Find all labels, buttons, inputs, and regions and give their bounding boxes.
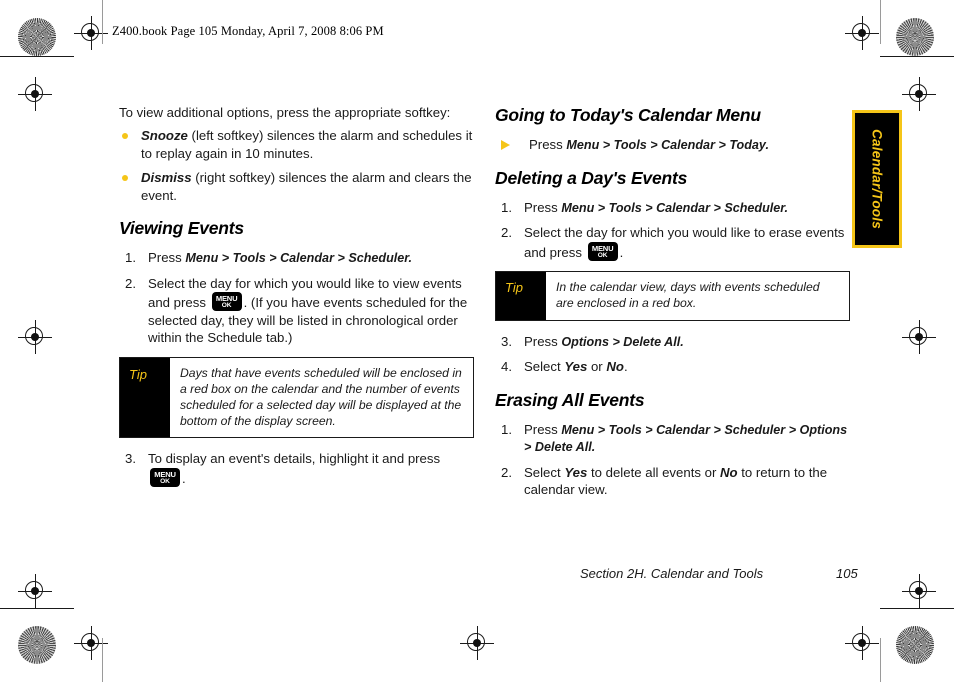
step-lead: To display an event's details, highlight…	[148, 451, 441, 467]
tip-label: Tip	[120, 357, 170, 438]
file-header-stamp: Z400.book Page 105 Monday, April 7, 2008…	[112, 24, 384, 38]
option-no: No	[606, 359, 624, 375]
erasing-events-steps: Press Menu > Tools > Calendar > Schedule…	[495, 421, 850, 499]
deleting-events-steps-continued: Press Options > Delete All. Select Yes o…	[495, 333, 850, 376]
right-column: Going to Today's Calendar Menu Press Men…	[495, 104, 850, 507]
step-tail: .	[619, 244, 624, 260]
step-lead: Press	[524, 333, 562, 349]
step-tail: .	[623, 359, 628, 375]
bullet-dot-icon	[122, 133, 128, 140]
print-rosette-top-left	[18, 18, 56, 56]
heading-erasing-all-events: Erasing All Events	[495, 389, 645, 410]
step-lead: Press	[524, 421, 562, 437]
tip-callout-left: Tip Days that have events scheduled will…	[119, 356, 474, 439]
menu-path: Menu > Tools > Calendar > Today.	[566, 138, 769, 153]
step-lead: Press	[529, 137, 567, 153]
registration-mark-bottom-right	[845, 626, 879, 660]
print-rosette-bottom-right	[896, 626, 934, 664]
trim-line-bottom-right	[880, 608, 954, 609]
viewing-events-steps-continued: To display an event's details, highlight…	[119, 450, 474, 487]
viewing-events-steps: Press Menu > Tools > Calendar > Schedule…	[119, 249, 474, 346]
heading-going-to-todays-calendar-menu: Going to Today's Calendar Menu	[495, 105, 761, 125]
menu-path: Menu > Tools > Calendar > Scheduler > Op…	[524, 422, 848, 455]
softkey-desc-snooze: (left softkey) silences the alarm and sc…	[141, 128, 473, 161]
today-arrow-list: Press Menu > Tools > Calendar > Today.	[495, 136, 850, 154]
trim-line-right-vertical	[880, 0, 881, 44]
list-item: Press Menu > Tools > Calendar > Schedule…	[119, 249, 474, 267]
trim-line-right-vertical-bottom	[880, 638, 881, 682]
trim-line-left-vertical	[102, 0, 103, 44]
trim-line-bottom-left	[0, 608, 74, 609]
tip-body: In the calendar view, days with events s…	[556, 280, 820, 311]
list-item: Press Menu > Tools > Calendar > Today.	[495, 136, 850, 154]
softkey-bullet-list: Snooze (left softkey) silences the alarm…	[119, 127, 474, 204]
step-mid: to delete all events or	[587, 465, 720, 481]
registration-mark-bottom-center	[460, 626, 494, 660]
option-no: No	[720, 465, 738, 481]
registration-mark-left-upper	[18, 77, 52, 111]
deleting-events-steps: Press Menu > Tools > Calendar > Schedule…	[495, 199, 850, 261]
heading-deleting-a-days-events: Deleting a Day's Events	[495, 167, 688, 188]
trim-line-top-right	[880, 56, 954, 57]
step-lead: Press	[524, 199, 562, 215]
step-lead: Select	[524, 465, 565, 481]
trim-line-top-left	[0, 56, 74, 57]
list-item: Dismiss (right softkey) silences the ala…	[119, 169, 474, 204]
tip-body: Days that have events scheduled will be …	[180, 365, 462, 429]
step-tail: .	[182, 470, 186, 486]
menu-ok-key-icon: MENU OK	[587, 241, 618, 261]
list-item: Press Options > Delete All.	[495, 333, 850, 351]
list-item: Press Menu > Tools > Calendar > Schedule…	[495, 421, 850, 456]
arrow-triangle-icon	[501, 140, 510, 151]
list-item: Select Yes or No.	[495, 358, 850, 376]
menu-path: Menu > Tools > Calendar > Scheduler.	[185, 251, 413, 266]
step-mid: or	[587, 359, 607, 375]
left-column: To view additional options, press the ap…	[119, 104, 474, 495]
menu-path: Options > Delete All.	[561, 334, 684, 349]
side-tab-label: Calendar/Tools	[869, 129, 885, 229]
menu-path: Menu > Tools > Calendar > Scheduler.	[561, 200, 789, 215]
page-footer: Section 2H. Calendar and Tools 105	[580, 566, 858, 581]
registration-mark-right-middle	[902, 320, 936, 354]
registration-mark-left-middle	[18, 320, 52, 354]
option-yes: Yes	[564, 359, 588, 375]
tip-callout-right: Tip In the calendar view, days with even…	[495, 271, 850, 321]
menu-ok-key-icon: MENU OK	[211, 292, 242, 312]
footer-page-number: 105	[836, 566, 858, 581]
list-item: Select Yes to delete all events or No to…	[495, 464, 850, 499]
step-lead: Press	[148, 250, 186, 266]
side-tab-calendar-tools: Calendar/Tools	[852, 110, 902, 248]
list-item: Select the day for which you would like …	[119, 275, 474, 347]
heading-viewing-events: Viewing Events	[119, 218, 244, 239]
step-lead: Select	[524, 359, 565, 375]
list-item: Select the day for which you would like …	[495, 224, 850, 261]
registration-mark-left-lower	[18, 574, 52, 608]
step-lead: Select the day for which you would like …	[524, 225, 845, 260]
list-item: Press Menu > Tools > Calendar > Schedule…	[495, 199, 850, 217]
print-rosette-bottom-left	[18, 626, 56, 664]
list-item: To display an event's details, highlight…	[119, 450, 474, 487]
registration-mark-right-upper	[902, 77, 936, 111]
option-yes: Yes	[564, 465, 588, 481]
print-rosette-top-right	[896, 18, 934, 56]
intro-paragraph: To view additional options, press the ap…	[119, 105, 451, 120]
softkey-term-dismiss: Dismiss	[141, 170, 192, 186]
menu-ok-key-icon: MENU OK	[150, 467, 180, 487]
registration-mark-right-lower	[902, 574, 936, 608]
softkey-term-snooze: Snooze	[141, 128, 188, 144]
registration-mark-top-right	[845, 16, 879, 50]
list-item: Snooze (left softkey) silences the alarm…	[119, 127, 474, 162]
tip-label: Tip	[496, 272, 546, 320]
bullet-dot-icon	[122, 175, 128, 182]
trim-line-left-vertical-bottom	[102, 638, 103, 682]
footer-section-title: Section 2H. Calendar and Tools	[580, 566, 764, 581]
